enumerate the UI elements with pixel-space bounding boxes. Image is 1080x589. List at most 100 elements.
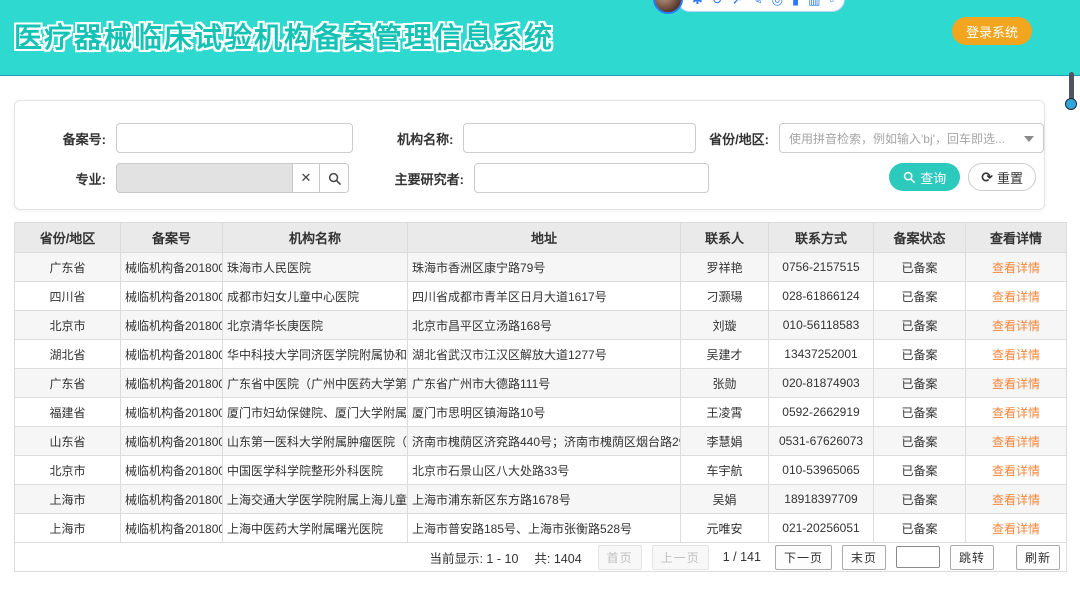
cell-org-name: 北京清华长庚医院 [223,311,408,340]
cell-province: 山东省 [15,427,121,456]
pen-icon[interactable]: ✎ [752,0,763,6]
columns-icon[interactable]: ▥ [808,0,820,6]
col-org-name: 机构名称 [223,223,408,253]
first-page-button[interactable]: 首页 [598,545,642,570]
cell-phone: 0531-67626073 [769,427,874,456]
close-icon: ✕ [301,170,312,186]
province-select[interactable]: 使用拼音检索，例如输入'bj'，回车即选... [779,123,1044,153]
cell-org-name: 成都市妇女儿童中心医院 [223,282,408,311]
view-detail-link[interactable]: 查看详情 [992,348,1040,362]
undo-icon[interactable]: ↺ [712,0,723,6]
cell-province: 上海市 [15,485,121,514]
login-button[interactable]: 登录系统 [952,17,1032,45]
page: 医疗器械临床试验机构备案管理信息系统 登录系统 ✱ ↺ ➚ ✎ ◎ ▮ ▥ ▫ 备案号: 机构… [0,0,1080,589]
filled-square-icon[interactable]: ▮ [792,0,799,6]
scroll-slider[interactable] [1065,72,1077,112]
org-name-input[interactable] [463,123,696,153]
cell-record-no: 械临机构备201800009 [121,485,223,514]
province-label: 省份/地区: [684,129,769,148]
cell-org-name: 珠海市人民医院 [223,253,408,282]
cell-phone: 010-53965065 [769,456,874,485]
cell-contact: 张勋 [681,369,769,398]
status-badge: 已备案 [874,427,966,456]
cell-address: 厦门市思明区镇海路10号 [408,398,681,427]
status-badge: 已备案 [874,253,966,282]
col-detail: 查看详情 [966,223,1067,253]
cell-contact: 罗祥艳 [681,253,769,282]
cell-org-name: 上海中医药大学附属曙光医院 [223,514,408,543]
view-detail-link[interactable]: 查看详情 [992,406,1040,420]
cell-address: 北京市昌平区立汤路168号 [408,311,681,340]
cell-contact: 刁灏瑒 [681,282,769,311]
refresh-button[interactable]: 刷新 [1016,545,1060,570]
view-detail-link[interactable]: 查看详情 [992,435,1040,449]
cell-detail: 查看详情 [966,427,1067,456]
cell-contact: 王凌霄 [681,398,769,427]
investigator-input[interactable] [474,163,709,193]
reset-button[interactable]: ⟳ 重置 [968,163,1036,191]
cell-phone: 010-56118583 [769,311,874,340]
overlay-toolbar: ✱ ↺ ➚ ✎ ◎ ▮ ▥ ▫ [653,0,845,14]
emoji-icon[interactable]: ◎ [772,0,783,6]
view-detail-link[interactable]: 查看详情 [992,493,1040,507]
view-detail-link[interactable]: 查看详情 [992,522,1040,536]
cell-record-no: 械临机构备201800008 [121,456,223,485]
star-icon[interactable]: ✱ [692,0,703,6]
view-detail-link[interactable]: 查看详情 [992,464,1040,478]
cell-phone: 028-61866124 [769,282,874,311]
page-indicator: 1 / 141 [723,550,761,564]
specialty-search-button[interactable] [319,163,349,193]
cell-record-no: 械临机构备201800010 [121,514,223,543]
scroll-knob-icon[interactable] [1065,98,1077,110]
cell-detail: 查看详情 [966,398,1067,427]
cell-record-no: 械临机构备201800001 [121,253,223,282]
prev-page-button[interactable]: 上一页 [652,545,709,570]
col-address: 地址 [408,223,681,253]
cell-contact: 吴娟 [681,485,769,514]
specialty-label: 专业: [15,169,106,188]
status-badge: 已备案 [874,398,966,427]
cell-province: 广东省 [15,253,121,282]
cell-address: 四川省成都市青羊区日月大道1617号 [408,282,681,311]
status-badge: 已备案 [874,369,966,398]
record-no-input[interactable] [116,123,353,153]
view-detail-link[interactable]: 查看详情 [992,261,1040,275]
cell-contact: 李慧娟 [681,427,769,456]
investigator-label: 主要研究者: [364,169,464,188]
status-badge: 已备案 [874,340,966,369]
last-page-button[interactable]: 末页 [842,545,886,570]
cell-detail: 查看详情 [966,311,1067,340]
cell-contact: 吴建才 [681,340,769,369]
status-badge: 已备案 [874,485,966,514]
record-no-label: 备案号: [15,129,106,148]
avatar[interactable] [653,0,683,14]
status-badge: 已备案 [874,282,966,311]
cell-province: 四川省 [15,282,121,311]
table-row: 山东省 械临机构备201800007 山东第一医科大学附属肿瘤医院（... 济南… [15,427,1067,456]
small-square-icon[interactable]: ▫ [829,0,834,6]
view-detail-link[interactable]: 查看详情 [992,377,1040,391]
query-button[interactable]: 查询 [889,163,960,191]
cell-province: 上海市 [15,514,121,543]
cell-address: 湖北省武汉市江汉区解放大道1277号 [408,340,681,369]
cell-org-name: 华中科技大学同济医学院附属协和医院 [223,340,408,369]
cell-phone: 18918397709 [769,485,874,514]
status-badge: 已备案 [874,311,966,340]
cell-province: 北京市 [15,456,121,485]
jump-input[interactable] [896,546,940,568]
search-icon [903,171,915,183]
table-header-row: 省份/地区 备案号 机构名称 地址 联系人 联系方式 备案状态 查看详情 [15,223,1067,253]
next-page-button[interactable]: 下一页 [775,545,832,570]
cell-address: 上海市普安路185号、上海市张衡路528号 [408,514,681,543]
province-placeholder: 使用拼音检索，例如输入'bj'，回车即选... [780,130,1027,147]
view-detail-link[interactable]: 查看详情 [992,319,1040,333]
cell-contact: 刘璇 [681,311,769,340]
app-header: 医疗器械临床试验机构备案管理信息系统 登录系统 [0,0,1080,76]
specialty-clear-button[interactable]: ✕ [292,163,319,193]
view-detail-link[interactable]: 查看详情 [992,290,1040,304]
current-display: 当前显示: 1 - 10 [429,548,518,567]
table-row: 上海市 械临机构备201800009 上海交通大学医学院附属上海儿童... 上海… [15,485,1067,514]
cell-phone: 0756-2157515 [769,253,874,282]
jump-button[interactable]: 跳转 [950,545,994,570]
share-arrow-icon[interactable]: ➚ [732,0,743,6]
